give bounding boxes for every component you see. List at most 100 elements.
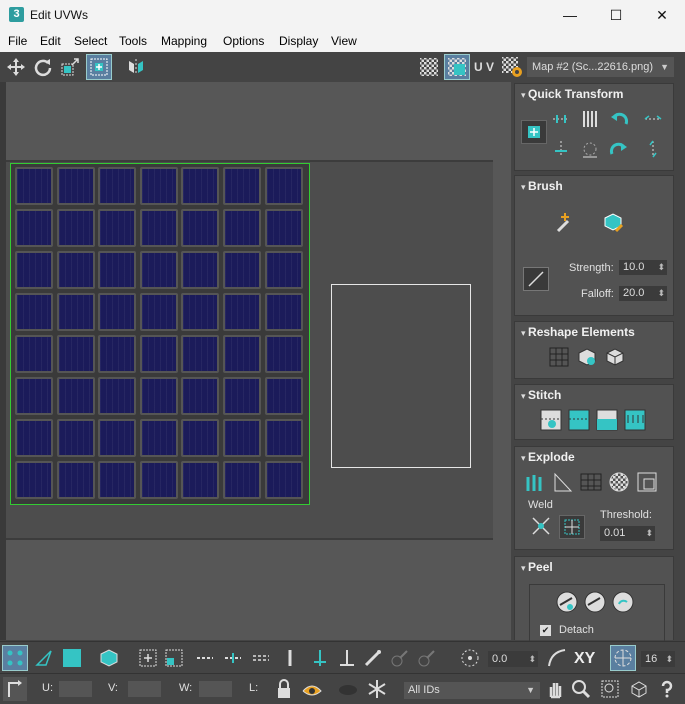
- uv-tile[interactable]: [223, 419, 261, 457]
- checker-sphere-icon[interactable]: [607, 471, 631, 493]
- uv-tile[interactable]: [223, 209, 261, 247]
- menu-options[interactable]: Options: [223, 34, 264, 48]
- edge-select-icon[interactable]: [278, 646, 302, 670]
- uv-tile[interactable]: [56, 377, 95, 415]
- vertex-mode-icon[interactable]: [2, 645, 28, 671]
- uv-tile[interactable]: [56, 419, 95, 457]
- peel-reset-icon[interactable]: [611, 591, 635, 613]
- grid-snap-icon[interactable]: [610, 645, 636, 671]
- zoom-region-icon[interactable]: [598, 677, 622, 701]
- threshold-spinner[interactable]: 0.01: [600, 526, 655, 541]
- element-mode-icon[interactable]: [97, 646, 121, 670]
- uv-tile[interactable]: [98, 209, 137, 247]
- zoom-icon[interactable]: [569, 677, 593, 701]
- space-vertical-icon[interactable]: [641, 138, 665, 160]
- edge-mode-icon[interactable]: [32, 646, 56, 670]
- soft-select-spinner[interactable]: 0.0: [488, 651, 538, 667]
- paint-select-icon[interactable]: [361, 646, 385, 670]
- uv-tile[interactable]: [139, 293, 178, 331]
- menu-edit[interactable]: Edit: [40, 34, 61, 48]
- close-button[interactable]: ✕: [639, 0, 685, 30]
- uv-tile[interactable]: [15, 293, 53, 331]
- break-icon[interactable]: [523, 471, 547, 493]
- map-select[interactable]: Map #2 (Sc...22616.png) ▼: [527, 57, 674, 77]
- uv-tile[interactable]: [15, 251, 53, 289]
- uv-tile[interactable]: [139, 377, 178, 415]
- uv-tile[interactable]: [15, 377, 53, 415]
- uv-tile[interactable]: [264, 461, 303, 499]
- move-icon[interactable]: [4, 55, 28, 79]
- stitch-target-icon[interactable]: [623, 409, 647, 431]
- xy-axis-label[interactable]: XY: [574, 650, 595, 668]
- paint-move-icon[interactable]: [553, 211, 577, 233]
- uv-tile[interactable]: [264, 209, 303, 247]
- uv-tile[interactable]: [223, 377, 261, 415]
- uv-tile[interactable]: [181, 251, 220, 289]
- uv-island[interactable]: [10, 163, 310, 505]
- uv-tile[interactable]: [139, 251, 178, 289]
- uv-tile[interactable]: [15, 461, 53, 499]
- shrink-selection-icon[interactable]: [162, 646, 186, 670]
- uv-tile[interactable]: [181, 209, 220, 247]
- uv-tile[interactable]: [139, 209, 178, 247]
- seam-icon[interactable]: [308, 646, 332, 670]
- stitch-source-icon[interactable]: [567, 409, 591, 431]
- uv-tile[interactable]: [56, 461, 95, 499]
- uv-tile[interactable]: [264, 251, 303, 289]
- u-field[interactable]: [59, 681, 92, 697]
- uv-tile[interactable]: [98, 377, 137, 415]
- uv-tile[interactable]: [98, 335, 137, 373]
- uv-tile[interactable]: [98, 461, 137, 499]
- relax-icon[interactable]: [575, 346, 599, 368]
- rotate-icon[interactable]: [31, 55, 55, 79]
- menu-select[interactable]: Select: [74, 34, 107, 48]
- uv-tile[interactable]: [181, 167, 220, 205]
- align-horizontal-icon[interactable]: [549, 108, 573, 130]
- uv-tile[interactable]: [15, 419, 53, 457]
- rotate-ccw-icon[interactable]: [607, 108, 631, 130]
- stitch-title[interactable]: Stitch: [521, 388, 561, 402]
- uv-tile[interactable]: [181, 419, 220, 457]
- strength-spinner[interactable]: 10.0: [619, 260, 667, 275]
- uv-toggle[interactable]: U V: [472, 55, 496, 79]
- uv-tile[interactable]: [15, 167, 53, 205]
- uv-element-outline[interactable]: [331, 284, 471, 468]
- linear-align-icon[interactable]: [578, 138, 602, 160]
- unhide-icon[interactable]: [336, 677, 360, 701]
- uv-tile[interactable]: [264, 293, 303, 331]
- detach-checkbox[interactable]: ✔: [540, 625, 551, 636]
- uv-tile[interactable]: [181, 377, 220, 415]
- uv-tile[interactable]: [15, 335, 53, 373]
- transform-pivot-icon[interactable]: [521, 120, 547, 144]
- stitch-custom-icon[interactable]: [539, 409, 563, 431]
- w-field[interactable]: [199, 681, 232, 697]
- stitch-average-icon[interactable]: [595, 409, 619, 431]
- menu-view[interactable]: View: [331, 34, 357, 48]
- menu-file[interactable]: File: [8, 34, 27, 48]
- minimize-button[interactable]: —: [547, 0, 593, 30]
- rotate-cw-icon[interactable]: [607, 138, 631, 160]
- scale-icon[interactable]: [58, 55, 82, 79]
- soft-select-icon[interactable]: [458, 646, 482, 670]
- face-mode-icon[interactable]: [60, 646, 84, 670]
- paint-grow-icon[interactable]: [388, 646, 412, 670]
- hide-icon[interactable]: [300, 677, 324, 701]
- map-settings-icon[interactable]: [500, 55, 524, 79]
- absolute-mode-icon[interactable]: [3, 677, 27, 701]
- explode-title[interactable]: Explode: [521, 450, 575, 464]
- help-icon[interactable]: [655, 677, 679, 701]
- align-vertical-icon[interactable]: [578, 108, 602, 130]
- uv-tile[interactable]: [264, 335, 303, 373]
- flatten-icon[interactable]: [579, 471, 603, 493]
- paint-shrink-icon[interactable]: [415, 646, 439, 670]
- uv-tile[interactable]: [181, 293, 220, 331]
- uv-tile[interactable]: [181, 461, 220, 499]
- open-edge-icon[interactable]: [335, 646, 359, 670]
- lock-icon[interactable]: [272, 677, 296, 701]
- quick-peel-icon[interactable]: [555, 591, 579, 613]
- uv-tile[interactable]: [139, 167, 178, 205]
- uv-tile[interactable]: [139, 335, 178, 373]
- relax-brush-icon[interactable]: [601, 211, 625, 233]
- uv-tile[interactable]: [56, 251, 95, 289]
- uv-tile[interactable]: [56, 209, 95, 247]
